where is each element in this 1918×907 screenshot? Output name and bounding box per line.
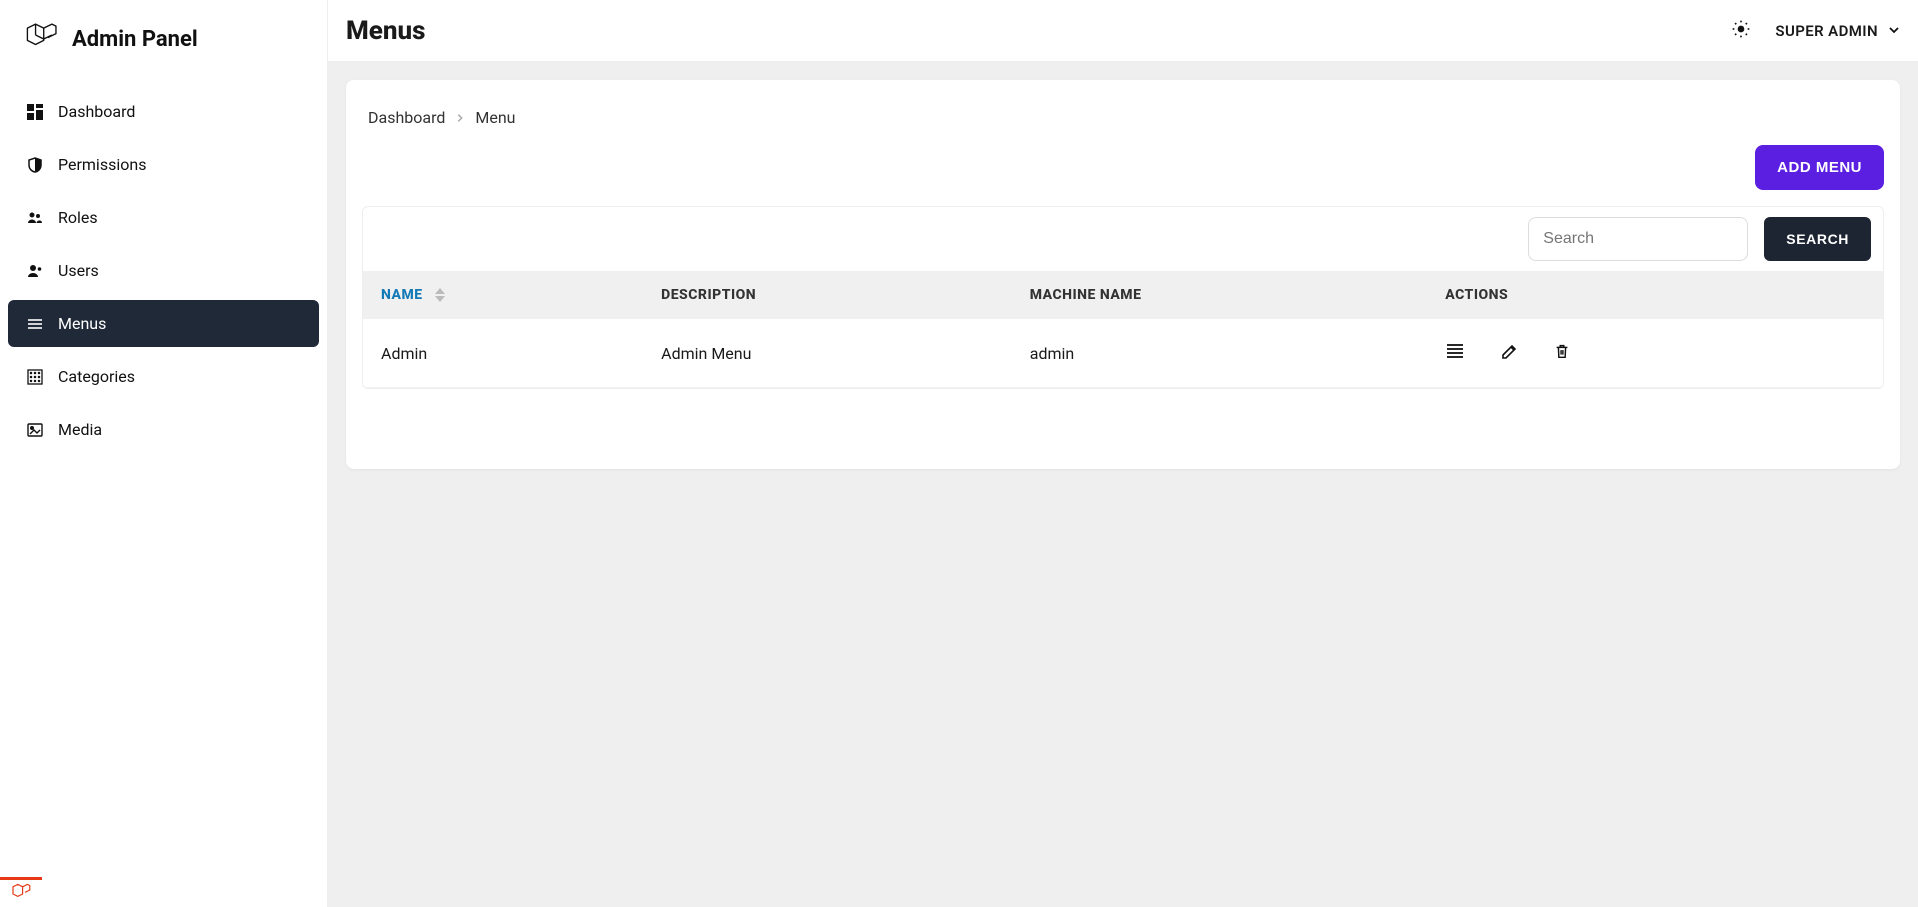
sidebar: Admin Panel Dashboard Permissions Roles — [0, 0, 328, 907]
cell-actions — [1427, 319, 1883, 388]
dev-badge[interactable] — [0, 877, 42, 907]
column-label: DESCRIPTION — [661, 287, 756, 303]
users-icon — [26, 262, 44, 280]
sidebar-item-roles[interactable]: Roles — [8, 194, 319, 241]
table-shell: SEARCH NAME DESCRIPTION MACHINE NAME — [362, 206, 1884, 389]
add-row: ADD MENU — [362, 145, 1884, 190]
sidebar-item-label: Menus — [58, 314, 106, 333]
sort-icon — [435, 288, 445, 302]
reorder-button[interactable] — [1445, 341, 1465, 365]
cell-description: Admin Menu — [643, 319, 1012, 388]
sidebar-item-label: Dashboard — [58, 102, 135, 121]
dashboard-icon — [26, 103, 44, 121]
table-toolbar: SEARCH — [363, 207, 1883, 271]
sidebar-item-label: Media — [58, 420, 102, 439]
column-name[interactable]: NAME — [363, 271, 643, 319]
users-group-icon — [26, 209, 44, 227]
column-machine-name: MACHINE NAME — [1012, 271, 1428, 319]
media-icon — [26, 421, 44, 439]
breadcrumb-dashboard[interactable]: Dashboard — [368, 108, 445, 127]
grid-icon — [26, 368, 44, 386]
shield-icon — [26, 156, 44, 174]
column-label: ACTIONS — [1445, 287, 1508, 303]
column-actions: ACTIONS — [1427, 271, 1883, 319]
header-right: SUPER ADMIN — [1731, 19, 1900, 43]
trash-icon — [1553, 342, 1571, 364]
sidebar-item-users[interactable]: Users — [8, 247, 319, 294]
add-menu-button[interactable]: ADD MENU — [1755, 145, 1884, 190]
brand-title: Admin Panel — [72, 27, 198, 52]
sidebar-item-label: Categories — [58, 367, 135, 386]
list-icon — [1445, 341, 1465, 365]
breadcrumb: Dashboard Menu — [362, 108, 1884, 127]
sidebar-nav: Dashboard Permissions Roles Users Menus — [0, 76, 327, 465]
brand[interactable]: Admin Panel — [0, 0, 327, 76]
menus-table: NAME DESCRIPTION MACHINE NAME ACTIONS — [363, 271, 1883, 388]
sidebar-item-label: Roles — [58, 208, 98, 227]
main: Dashboard Menu ADD MENU SEARCH NAME — [328, 62, 1918, 907]
chevron-down-icon — [1888, 22, 1900, 40]
table-header-row: NAME DESCRIPTION MACHINE NAME ACTIONS — [363, 271, 1883, 319]
cell-machine-name: admin — [1012, 319, 1428, 388]
laravel-logo-icon — [24, 20, 58, 58]
user-menu[interactable]: SUPER ADMIN — [1775, 22, 1900, 40]
sun-icon — [1731, 19, 1751, 43]
theme-toggle-button[interactable] — [1731, 19, 1751, 43]
sidebar-item-categories[interactable]: Categories — [8, 353, 319, 400]
cell-name: Admin — [363, 319, 643, 388]
sidebar-item-dashboard[interactable]: Dashboard — [8, 88, 319, 135]
sidebar-item-permissions[interactable]: Permissions — [8, 141, 319, 188]
breadcrumb-menu[interactable]: Menu — [475, 108, 515, 127]
sidebar-item-label: Users — [58, 261, 99, 280]
header: Menus SUPER ADMIN — [328, 0, 1918, 62]
search-button[interactable]: SEARCH — [1764, 217, 1871, 261]
laravel-small-icon — [11, 882, 31, 906]
edit-icon — [1499, 341, 1519, 365]
row-actions — [1445, 341, 1865, 365]
sidebar-item-label: Permissions — [58, 155, 146, 174]
table-row: Admin Admin Menu admin — [363, 319, 1883, 388]
user-label: SUPER ADMIN — [1775, 22, 1878, 40]
delete-button[interactable] — [1553, 342, 1571, 364]
menu-icon — [26, 315, 44, 333]
content-card: Dashboard Menu ADD MENU SEARCH NAME — [346, 80, 1900, 469]
search-input[interactable] — [1528, 217, 1748, 261]
column-description: DESCRIPTION — [643, 271, 1012, 319]
chevron-right-icon — [455, 108, 465, 127]
column-label: NAME — [381, 287, 423, 303]
sidebar-item-menus[interactable]: Menus — [8, 300, 319, 347]
column-label: MACHINE NAME — [1030, 287, 1142, 303]
page-title: Menus — [346, 16, 425, 46]
sidebar-item-media[interactable]: Media — [8, 406, 319, 453]
edit-button[interactable] — [1499, 341, 1519, 365]
